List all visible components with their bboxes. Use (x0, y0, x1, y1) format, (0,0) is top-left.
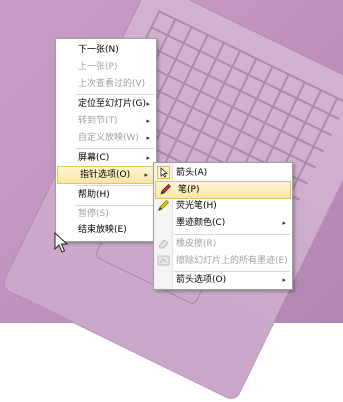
submenu-item-arrow-options[interactable]: 箭头选项(O) ▸ (154, 272, 292, 288)
menu-item-next[interactable]: 下一张(N) (56, 42, 156, 58)
menu-item-custom-show[interactable]: 自定义放映(W) ▸ (56, 130, 156, 146)
submenu-item-arrow[interactable]: 箭头(A) (154, 165, 292, 181)
arrow-pointer-icon (157, 166, 170, 179)
mouse-cursor-icon (54, 231, 69, 254)
menu-item-go-to-slide[interactable]: 定位至幻灯片(G) ▸ (56, 96, 156, 112)
slideshow-context-menu: 下一张(N) 上一张(P) 上次查看过的(V) 定位至幻灯片(G) ▸ 转到节(T… (55, 38, 157, 242)
erase-all-icon (157, 254, 170, 267)
menu-item-pause[interactable]: 暂停(S) (56, 206, 156, 222)
submenu-arrow-icon: ▸ (282, 219, 286, 227)
submenu-arrow-icon: ▸ (144, 171, 148, 179)
menu-item-help[interactable]: 帮助(H) (56, 187, 156, 203)
submenu-arrow-icon: ▸ (146, 134, 150, 142)
menu-item-screen[interactable]: 屏幕(C) ▸ (56, 150, 156, 166)
eraser-icon (157, 237, 170, 250)
menu-item-previous[interactable]: 上一张(P) (56, 59, 156, 75)
menu-separator (174, 234, 290, 235)
submenu-item-ink-color[interactable]: 墨迹颜色(C) ▸ (154, 215, 292, 231)
submenu-arrow-icon: ▸ (282, 276, 286, 284)
submenu-item-pen[interactable]: 笔(P) (155, 181, 291, 199)
menu-separator (76, 148, 154, 149)
pen-icon (159, 183, 172, 196)
submenu-item-eraser[interactable]: 橡皮擦(R) (154, 236, 292, 252)
submenu-arrow-icon: ▸ (146, 117, 150, 125)
highlighter-icon (157, 199, 170, 212)
submenu-item-erase-all[interactable]: 擦除幻灯片上的所有墨迹(E) (154, 253, 292, 269)
submenu-arrow-icon: ▸ (146, 100, 150, 108)
menu-separator (76, 185, 154, 186)
menu-item-go-to-section[interactable]: 转到节(T) ▸ (56, 113, 156, 129)
menu-item-last-viewed[interactable]: 上次查看过的(V) (56, 76, 156, 92)
submenu-arrow-icon: ▸ (146, 154, 150, 162)
menu-separator (76, 94, 154, 95)
menu-item-end-show[interactable]: 结束放映(E) (56, 222, 156, 238)
pointer-options-submenu: 箭头(A) 笔(P) 荧光笔(H) 墨迹颜色(C) ▸ 橡皮擦(R) 擦除幻灯片… (153, 162, 293, 290)
submenu-item-highlighter[interactable]: 荧光笔(H) (154, 198, 292, 214)
menu-item-pointer-options[interactable]: 指针选项(O) ▸ (57, 166, 155, 184)
